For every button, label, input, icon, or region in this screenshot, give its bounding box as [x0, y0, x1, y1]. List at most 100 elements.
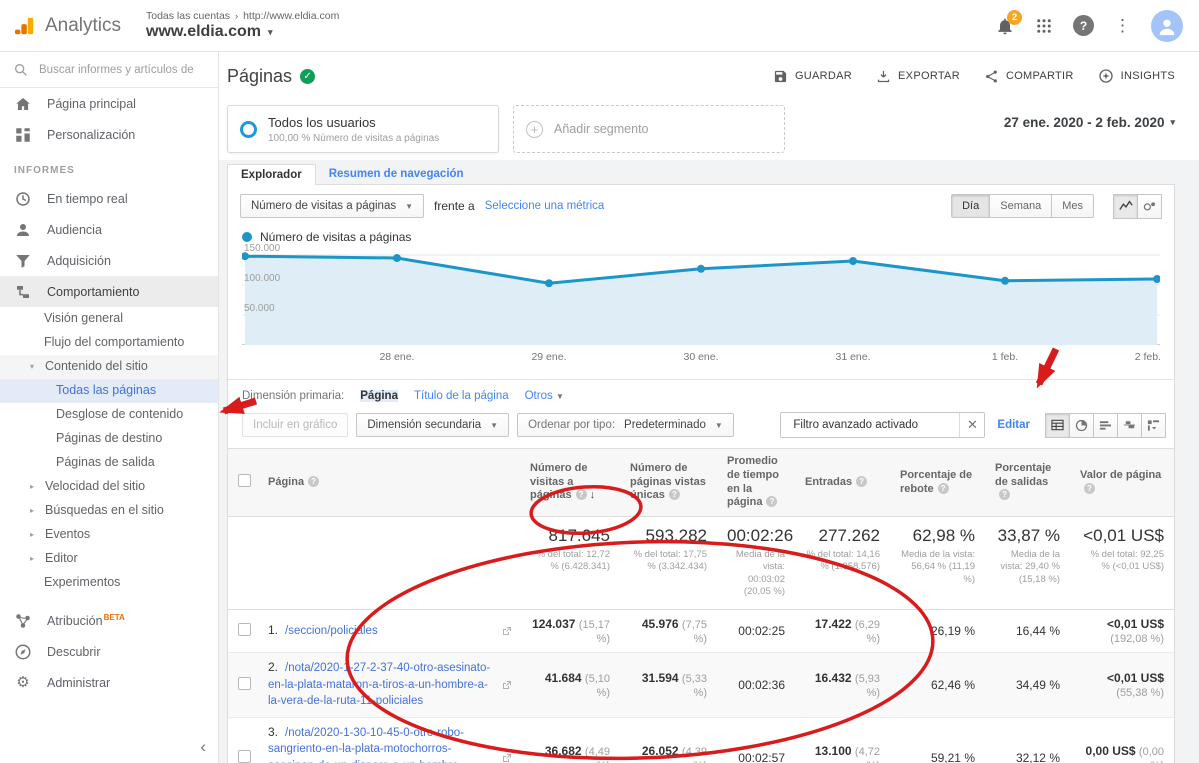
- add-segment-button[interactable]: + Añadir segmento: [513, 105, 785, 153]
- column-header-bounce-rate[interactable]: Porcentaje de rebote?: [890, 449, 985, 517]
- chevron-collapsed-icon: ▸: [30, 482, 39, 492]
- search-input[interactable]: [39, 64, 205, 76]
- sidebar-collapse-button[interactable]: ‹: [200, 737, 206, 757]
- sidebar-item-behavior-flow[interactable]: Flujo del comportamiento: [0, 331, 218, 355]
- sidebar-item-exit-pages[interactable]: Páginas de salida: [0, 451, 218, 475]
- column-header-page-value[interactable]: Valor de página?: [1070, 449, 1174, 517]
- sidebar-item-publisher[interactable]: ▸ Editor: [0, 547, 218, 571]
- percentage-view-button[interactable]: [1069, 413, 1094, 438]
- help-icon[interactable]: ?: [669, 489, 680, 500]
- tab-navigation-summary[interactable]: Resumen de navegación: [316, 164, 477, 184]
- help-icon[interactable]: ?: [1084, 483, 1095, 494]
- column-header-page[interactable]: Página?: [258, 449, 520, 517]
- sidebar-item-all-pages[interactable]: Todas las páginas: [0, 379, 218, 403]
- help-icon[interactable]: ?: [766, 496, 777, 507]
- metric-dropdown[interactable]: Número de visitas a páginas ▼: [240, 194, 424, 218]
- data-point[interactable]: [393, 254, 401, 262]
- comparison-view-button[interactable]: [1117, 413, 1142, 438]
- close-icon[interactable]: ✕: [959, 413, 984, 437]
- sidebar-search[interactable]: [0, 52, 218, 88]
- cell-unique-pageviews: 31.594 (5,33 %): [620, 653, 717, 718]
- sidebar-item-behavior-overview[interactable]: Visión general: [0, 307, 218, 331]
- page-link[interactable]: /nota/2020-1-30-10-45-0-otro-robo-sangri…: [268, 727, 464, 763]
- date-range-selector[interactable]: 27 ene. 2020 - 2 feb. 2020 ▾: [1004, 105, 1175, 130]
- tab-explorer[interactable]: Explorador: [227, 164, 316, 185]
- sidebar-item-attribution[interactable]: AtribuciónBETA: [0, 605, 218, 636]
- sidebar-item-customization[interactable]: Personalización: [0, 119, 218, 150]
- analytics-logo[interactable]: Analytics: [0, 15, 140, 37]
- data-point[interactable]: [697, 265, 705, 273]
- apps-grid-icon[interactable]: [1035, 17, 1053, 35]
- help-icon[interactable]: ?: [1073, 15, 1094, 36]
- help-icon[interactable]: ?: [576, 489, 587, 500]
- select-metric-link[interactable]: Seleccione una métrica: [485, 200, 605, 212]
- data-point[interactable]: [849, 257, 857, 265]
- data-point[interactable]: [545, 279, 553, 287]
- sidebar-item-site-content[interactable]: ▾ Contenido del sitio: [0, 355, 218, 379]
- help-icon[interactable]: ?: [938, 483, 949, 494]
- property-selector[interactable]: www.eldia.com ▾: [146, 23, 995, 41]
- sidebar-item-experiments[interactable]: Experimentos: [0, 571, 218, 595]
- help-icon[interactable]: ?: [856, 476, 867, 487]
- dimension-page-title[interactable]: Título de la página: [414, 390, 509, 402]
- dimension-other[interactable]: Otros ▼: [525, 390, 564, 402]
- edit-filter-link[interactable]: Editar: [997, 419, 1030, 431]
- open-in-new-icon[interactable]: [502, 753, 512, 763]
- search-icon: [13, 62, 29, 78]
- page-link[interactable]: /nota/2020-1-27-2-37-40-otro-asesinato-e…: [268, 662, 490, 707]
- column-header-entrances[interactable]: Entradas?: [795, 449, 890, 517]
- cell-pageviews: 36.682 (4,49 %): [520, 717, 620, 763]
- column-header-exit-rate[interactable]: Porcentaje de salidas?: [985, 449, 1070, 517]
- more-options-icon[interactable]: ⋮: [1114, 17, 1131, 34]
- row-checkbox[interactable]: [238, 750, 251, 763]
- page-link[interactable]: /seccion/policiales: [285, 625, 378, 637]
- line-chart-view-button[interactable]: [1113, 194, 1138, 219]
- column-header-pageviews[interactable]: Número de visitas a páginas?↓: [520, 449, 620, 517]
- export-button[interactable]: EXPORTAR: [876, 69, 960, 84]
- breadcrumb-property[interactable]: http://www.eldia.com: [243, 10, 339, 22]
- sidebar-item-realtime[interactable]: En tiempo real: [0, 183, 218, 214]
- week-button[interactable]: Semana: [989, 194, 1052, 218]
- cell-page-value: <0,01 US$ (192,08 %): [1070, 610, 1174, 653]
- sidebar-item-events[interactable]: ▸ Eventos: [0, 523, 218, 547]
- month-button[interactable]: Mes: [1051, 194, 1094, 218]
- sort-type-dropdown[interactable]: Ordenar por tipo: Predeterminado ▼: [517, 413, 734, 437]
- column-header-avg-time[interactable]: Promedio de tiempo en la página?: [717, 449, 795, 517]
- row-checkbox[interactable]: [238, 677, 251, 690]
- motion-chart-view-button[interactable]: [1137, 194, 1162, 219]
- data-view-button[interactable]: [1045, 413, 1070, 438]
- dimension-page[interactable]: Página: [360, 390, 398, 402]
- column-header-unique-pageviews[interactable]: Número de páginas vistas únicas?: [620, 449, 717, 517]
- select-all-checkbox[interactable]: [238, 474, 251, 487]
- day-button[interactable]: Día: [951, 194, 990, 218]
- avatar[interactable]: [1151, 10, 1183, 42]
- help-icon[interactable]: ?: [999, 489, 1010, 500]
- sidebar-item-discover[interactable]: Descubrir: [0, 636, 218, 667]
- pivot-view-button[interactable]: [1141, 413, 1166, 438]
- breadcrumb[interactable]: Todas las cuentas › http://www.eldia.com: [146, 10, 995, 22]
- share-button[interactable]: COMPARTIR: [984, 69, 1074, 84]
- sidebar-item-site-speed[interactable]: ▸ Velocidad del sitio: [0, 475, 218, 499]
- sidebar-item-audience[interactable]: Audiencia: [0, 214, 218, 245]
- sidebar-item-admin[interactable]: ⚙ Administrar: [0, 667, 218, 698]
- help-icon[interactable]: ?: [308, 476, 319, 487]
- sidebar-item-behavior[interactable]: Comportamiento: [0, 276, 218, 307]
- secondary-dimension-dropdown[interactable]: Dimensión secundaria ▼: [356, 413, 509, 437]
- breadcrumb-account[interactable]: Todas las cuentas: [146, 10, 230, 22]
- open-in-new-icon[interactable]: [502, 626, 512, 636]
- data-point[interactable]: [1001, 277, 1009, 285]
- insights-button[interactable]: INSIGHTS: [1098, 68, 1175, 84]
- sidebar-item-landing-pages[interactable]: Páginas de destino: [0, 427, 218, 451]
- open-in-new-icon[interactable]: [502, 680, 512, 690]
- save-button[interactable]: GUARDAR: [773, 69, 852, 84]
- row-index: 3.: [268, 725, 278, 739]
- sidebar-item-home[interactable]: Página principal: [0, 88, 218, 119]
- sidebar-item-site-search[interactable]: ▸ Búsquedas en el sitio: [0, 499, 218, 523]
- row-checkbox[interactable]: [238, 623, 251, 636]
- segment-all-users[interactable]: Todos los usuarios 100,00 % Número de vi…: [227, 105, 499, 153]
- performance-view-button[interactable]: [1093, 413, 1118, 438]
- sidebar-item-acquisition[interactable]: Adquisición: [0, 245, 218, 276]
- sidebar-item-content-drilldown[interactable]: Desglose de contenido: [0, 403, 218, 427]
- notifications-button[interactable]: 2: [995, 16, 1015, 36]
- cell-avg-time: 00:02:36: [717, 653, 795, 718]
